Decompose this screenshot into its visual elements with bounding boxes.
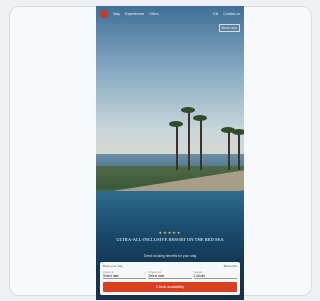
contact-link[interactable]: Contact us — [223, 12, 240, 16]
nav-item-experiences[interactable]: Experiences — [125, 12, 144, 16]
palm-crown — [181, 107, 195, 113]
palm-tree — [188, 110, 190, 170]
hero-subline: Direct booking benefits for your stay — [143, 254, 197, 258]
language-switch[interactable]: EN — [213, 12, 218, 16]
check-out-field[interactable]: Check-out Select date — [148, 270, 192, 279]
top-nav-bar: Stay Experiences Offers EN Contact us — [96, 6, 244, 22]
palm-tree — [238, 132, 240, 170]
best-price-link[interactable]: Best price — [224, 264, 237, 268]
check-in-value: Select date — [103, 274, 119, 278]
check-availability-button[interactable]: Check availability — [103, 282, 237, 292]
guests-value: 2 Adults — [193, 274, 205, 278]
brand-logo-icon[interactable] — [100, 10, 108, 18]
nav-item-stay[interactable]: Stay — [113, 12, 120, 16]
booking-fields: Check-in Select date Check-out Select da… — [103, 270, 237, 279]
palm-tree — [176, 124, 178, 170]
booking-form-header: Book your stay Best price — [103, 264, 237, 268]
check-in-field[interactable]: Check-in Select date — [103, 270, 147, 279]
palm-crown — [232, 129, 244, 135]
check-out-value: Select date — [148, 274, 165, 278]
guests-field[interactable]: Guests 2 Adults — [193, 270, 237, 279]
hotel-homepage: Stay Experiences Offers EN Contact us Bo… — [96, 6, 244, 300]
palm-tree — [228, 130, 230, 170]
booking-form-title: Book your stay — [103, 264, 123, 268]
nav-right-group: EN Contact us — [213, 12, 240, 16]
book-now-button[interactable]: Book now — [218, 24, 240, 32]
nav-item-offers[interactable]: Offers — [149, 12, 158, 16]
palm-tree — [200, 118, 202, 170]
star-rating: ★★★★★ — [158, 230, 182, 235]
palm-crown — [169, 121, 183, 127]
hero-headline: ULTRA-ALL-INCLUSIVE RESORT ON THE RED SE… — [116, 237, 224, 242]
palm-crown — [193, 115, 207, 121]
booking-form: Book your stay Best price Check-in Selec… — [100, 262, 240, 295]
